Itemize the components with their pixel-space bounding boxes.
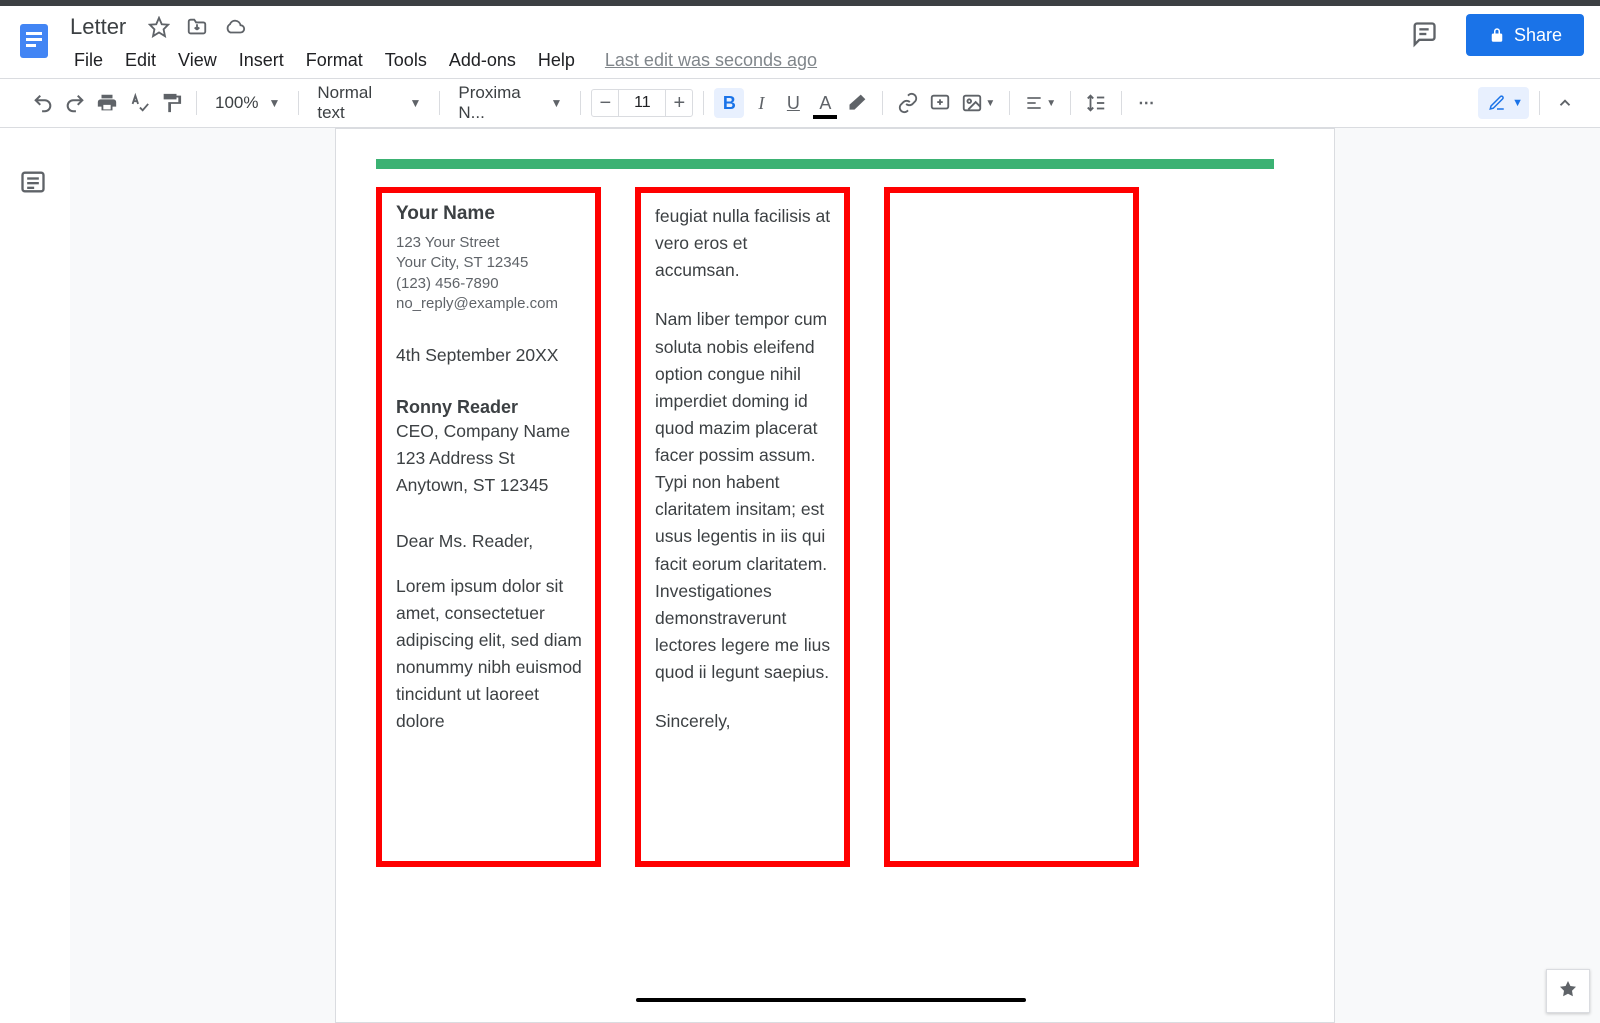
zoom-select[interactable]: 100%▼ <box>207 93 288 113</box>
align-button[interactable]: ▼ <box>1020 88 1060 118</box>
font-size-value[interactable]: 11 <box>619 89 665 117</box>
salutation[interactable]: Dear Ms. Reader, <box>396 528 585 555</box>
column-2: feugiat nulla facilisis at vero eros et … <box>635 187 850 867</box>
font-size-increase[interactable]: + <box>665 89 693 117</box>
menu-edit[interactable]: Edit <box>115 46 166 75</box>
undo-icon[interactable] <box>28 88 58 118</box>
left-sidebar <box>0 128 70 1023</box>
print-icon[interactable] <box>92 88 122 118</box>
recipient-city[interactable]: Anytown, ST 12345 <box>396 472 585 499</box>
recipient-title[interactable]: CEO, Company Name <box>396 418 585 445</box>
toolbar: 100%▼ Normal text▼ Proxima N...▼ − 11 + … <box>0 79 1600 127</box>
menu-help[interactable]: Help <box>528 46 585 75</box>
line-spacing-icon[interactable] <box>1081 88 1111 118</box>
body-paragraph-b[interactable]: feugiat nulla facilisis at vero eros et … <box>655 203 834 284</box>
highlight-color-button[interactable] <box>842 88 872 118</box>
letter-date[interactable]: 4th September 20XX <box>396 342 585 369</box>
menu-bar: File Edit View Insert Format Tools Add-o… <box>64 46 817 75</box>
last-edit-link[interactable]: Last edit was seconds ago <box>605 50 817 71</box>
outline-toggle-icon[interactable] <box>19 168 51 200</box>
share-button[interactable]: Share <box>1466 14 1584 56</box>
paint-format-icon[interactable] <box>156 88 186 118</box>
move-to-folder-icon[interactable] <box>186 16 208 38</box>
page-break-indicator <box>636 998 1026 1002</box>
recipient-name[interactable]: Ronny Reader <box>396 397 585 418</box>
paragraph-style-select[interactable]: Normal text▼ <box>309 83 429 123</box>
text-color-button[interactable]: A <box>810 88 840 118</box>
menu-addons[interactable]: Add-ons <box>439 46 526 75</box>
app-header: Letter File Edit View Insert Format Tool… <box>0 6 1600 78</box>
bold-button[interactable]: B <box>714 88 744 118</box>
menu-format[interactable]: Format <box>296 46 373 75</box>
document-title[interactable]: Letter <box>64 14 132 40</box>
star-icon[interactable] <box>148 16 170 38</box>
add-comment-icon[interactable] <box>925 88 955 118</box>
recipient-street[interactable]: 123 Address St <box>396 445 585 472</box>
menu-insert[interactable]: Insert <box>229 46 294 75</box>
explore-button[interactable] <box>1546 969 1590 1013</box>
font-size-decrease[interactable]: − <box>591 89 619 117</box>
body-paragraph-a[interactable]: Lorem ipsum dolor sit amet, consectetuer… <box>396 573 585 736</box>
collapse-toolbar-icon[interactable] <box>1550 88 1580 118</box>
open-comments-icon[interactable] <box>1406 16 1442 52</box>
menu-file[interactable]: File <box>64 46 113 75</box>
document-canvas[interactable]: Your Name 123 Your Street Your City, ST … <box>70 128 1600 1023</box>
share-button-label: Share <box>1514 25 1562 46</box>
redo-icon[interactable] <box>60 88 90 118</box>
sender-phone[interactable]: (123) 456-7890 <box>396 274 585 294</box>
sender-street[interactable]: 123 Your Street <box>396 233 585 253</box>
font-family-select[interactable]: Proxima N...▼ <box>450 83 570 123</box>
cloud-status-icon[interactable] <box>224 16 246 38</box>
sender-name[interactable]: Your Name <box>396 203 585 225</box>
body-paragraph-c[interactable]: Nam liber tempor cum soluta nobis eleife… <box>655 306 834 686</box>
sender-city[interactable]: Your City, ST 12345 <box>396 253 585 273</box>
underline-button[interactable]: U <box>778 88 808 118</box>
docs-logo-icon[interactable] <box>10 16 58 64</box>
menu-tools[interactable]: Tools <box>375 46 437 75</box>
editing-mode-button[interactable]: ▼ <box>1478 87 1529 119</box>
column-3 <box>884 187 1139 867</box>
insert-link-icon[interactable] <box>893 88 923 118</box>
workspace: Your Name 123 Your Street Your City, ST … <box>0 128 1600 1023</box>
insert-image-icon[interactable]: ▼ <box>957 88 999 118</box>
sender-email[interactable]: no_reply@example.com <box>396 294 585 314</box>
closing[interactable]: Sincerely, <box>655 708 834 735</box>
page: Your Name 123 Your Street Your City, ST … <box>335 128 1335 1023</box>
more-toolbar-icon[interactable]: ⋯ <box>1132 88 1162 118</box>
menu-view[interactable]: View <box>168 46 227 75</box>
spellcheck-icon[interactable] <box>124 88 154 118</box>
font-size-control: − 11 + <box>591 89 693 117</box>
italic-button[interactable]: I <box>746 88 776 118</box>
header-accent-bar <box>376 159 1274 169</box>
column-1: Your Name 123 Your Street Your City, ST … <box>376 187 601 867</box>
